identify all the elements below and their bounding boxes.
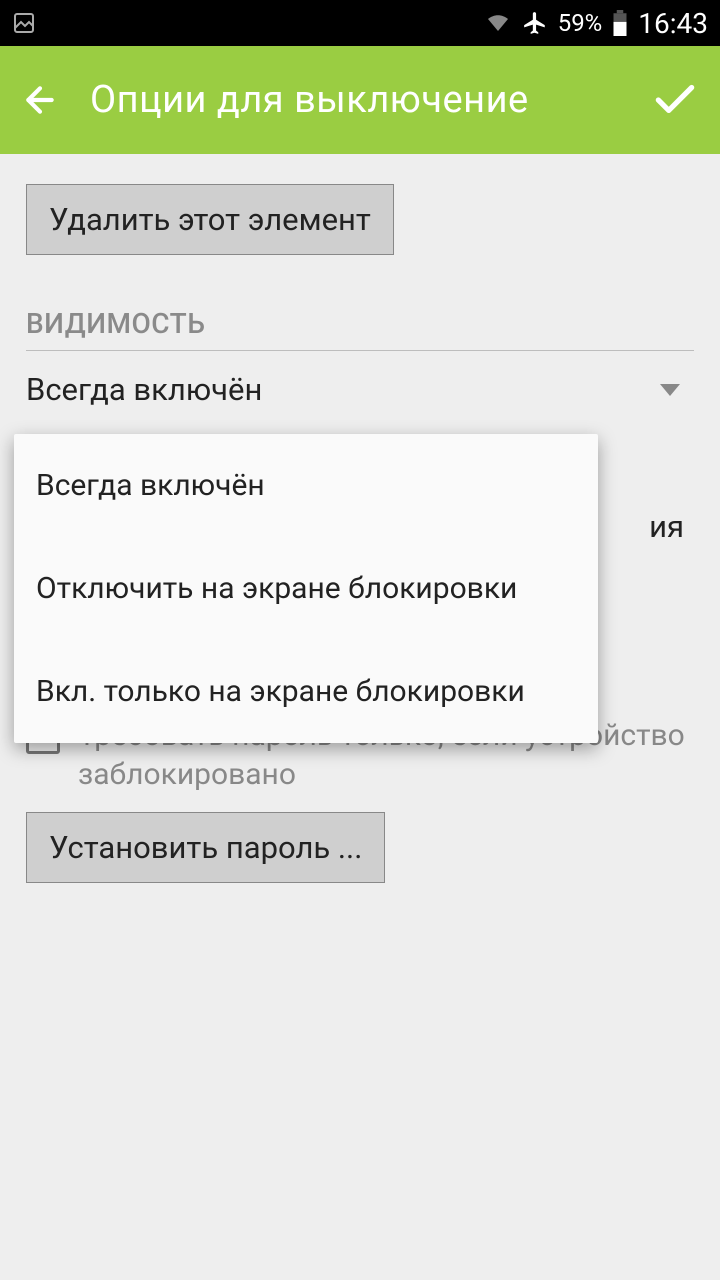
battery-icon <box>612 10 628 36</box>
visibility-dropdown[interactable]: Всегда включён <box>26 351 694 428</box>
page-title: Опции для выключение <box>90 78 650 122</box>
image-icon <box>12 11 36 35</box>
confirm-button[interactable] <box>650 75 700 125</box>
dropdown-selected-label: Всегда включён <box>26 371 660 408</box>
dropdown-option-only-lockscreen[interactable]: Вкл. только на экране блокировки <box>14 640 598 743</box>
chevron-down-icon <box>660 384 680 396</box>
dropdown-option-disable-lockscreen[interactable]: Отключить на экране блокировки <box>14 537 598 640</box>
wifi-icon <box>484 11 512 35</box>
clock: 16:43 <box>638 7 708 40</box>
delete-element-button[interactable]: Удалить этот элемент <box>26 184 394 255</box>
dropdown-option-always-on[interactable]: Всегда включён <box>14 434 598 537</box>
set-password-button[interactable]: Установить пароль ... <box>26 812 385 883</box>
back-button[interactable] <box>20 80 60 120</box>
dropdown-popup: Всегда включён Отключить на экране блоки… <box>14 434 598 743</box>
battery-pct: 59% <box>558 9 603 37</box>
app-bar: Опции для выключение <box>0 46 720 154</box>
status-bar: 59% 16:43 <box>0 0 720 46</box>
airplane-icon <box>522 10 548 36</box>
visibility-section-header: ВИДИМОСТЬ <box>26 307 694 351</box>
